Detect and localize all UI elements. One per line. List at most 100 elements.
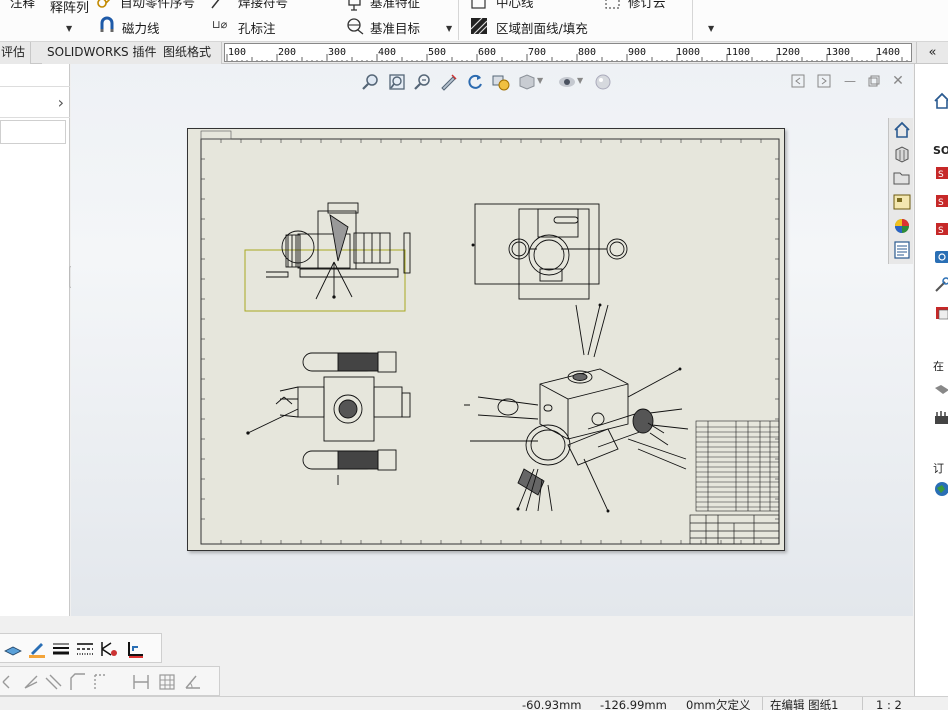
ruler-label: 300 xyxy=(328,47,347,58)
ruler-label: 100 xyxy=(228,47,247,58)
table-icon[interactable] xyxy=(157,672,177,692)
close-icon[interactable]: ✕ xyxy=(891,74,905,88)
appearance-icon[interactable] xyxy=(593,72,613,92)
ordinate-icon[interactable] xyxy=(91,672,111,692)
svg-text:S: S xyxy=(938,170,944,180)
section-heading: 在 xyxy=(933,360,944,373)
ruler-label: 900 xyxy=(628,47,647,58)
line-thickness-icon[interactable] xyxy=(51,639,71,659)
view-palette-icon[interactable] xyxy=(892,192,912,212)
tab-evaluate[interactable]: 评估 xyxy=(0,42,32,64)
custom-properties-icon[interactable] xyxy=(892,240,912,260)
hide-show-icon[interactable] xyxy=(557,72,577,92)
display-style-icon[interactable] xyxy=(517,72,537,92)
hole-callout-button[interactable]: 孔标注 xyxy=(238,18,276,37)
new-document-icon[interactable]: S xyxy=(933,164,948,182)
drawing-content xyxy=(200,130,780,545)
community-icon[interactable] xyxy=(933,408,948,426)
chevron-down-icon[interactable]: ▼ xyxy=(446,24,452,33)
z-coordinate: 0mm xyxy=(686,698,716,710)
appearances-icon[interactable] xyxy=(892,216,912,236)
document-icon[interactable] xyxy=(933,304,948,322)
file-explorer-icon[interactable] xyxy=(892,168,912,188)
auto-balloon-button[interactable]: 自动零件序号 xyxy=(120,0,195,11)
bom-table xyxy=(695,420,780,512)
open-document-icon[interactable]: S xyxy=(933,192,948,210)
redraw-icon[interactable] xyxy=(491,72,511,92)
tile-left-icon[interactable] xyxy=(791,74,805,88)
note-array-button[interactable]: 释阵列 xyxy=(50,0,89,16)
magnetic-line-icon[interactable] xyxy=(98,16,116,34)
task-pane: SO S S S 在 订 xyxy=(914,64,948,696)
view-document-icon[interactable]: S xyxy=(933,220,948,238)
angle-icon[interactable] xyxy=(21,672,41,692)
tools-icon[interactable] xyxy=(933,276,948,294)
handshake-icon[interactable] xyxy=(933,380,948,398)
ruler-label: 700 xyxy=(528,47,547,58)
centerline-button[interactable]: 中心线 xyxy=(496,0,534,11)
note-button[interactable]: 注释 xyxy=(10,0,35,11)
sheet-scale[interactable]: 1 : 2 xyxy=(876,698,902,710)
datum-feature-icon[interactable] xyxy=(346,0,364,12)
x-coordinate: -60.93mm xyxy=(522,698,582,710)
auto-balloon-icon[interactable] xyxy=(96,0,114,12)
angle-dim-icon[interactable] xyxy=(183,672,203,692)
chevron-down-icon[interactable]: ▼ xyxy=(66,24,72,33)
chevron-down-icon[interactable]: ▼ xyxy=(708,24,714,33)
ruler-label: 600 xyxy=(478,47,497,58)
hole-callout-icon[interactable]: ⊔⌀ xyxy=(212,18,227,31)
datum-target-icon[interactable] xyxy=(346,17,364,35)
zoom-area-icon[interactable] xyxy=(387,72,407,92)
graphics-area[interactable]: ▼ ▼ — ✕ xyxy=(71,64,913,616)
chevron-down-icon[interactable]: ▼ xyxy=(577,76,583,85)
zoom-to-fit-icon[interactable] xyxy=(361,72,381,92)
ruler: 100 200 300 400 500 600 700 800 900 1000… xyxy=(224,43,912,62)
color-display-mode-icon[interactable] xyxy=(125,639,145,659)
tile-right-icon[interactable] xyxy=(817,74,831,88)
home-icon[interactable] xyxy=(892,120,912,140)
minimize-icon[interactable]: — xyxy=(843,74,857,88)
zoom-in-out-icon[interactable] xyxy=(413,72,433,92)
magnetic-line-button[interactable]: 磁力线 xyxy=(122,18,160,37)
chevron-right-icon[interactable]: › xyxy=(58,93,64,112)
parallel-icon[interactable] xyxy=(43,672,63,692)
line-format-toolbar xyxy=(0,633,162,663)
collapse-ribbon-icon[interactable]: « xyxy=(916,42,948,64)
smart-dimension-icon[interactable] xyxy=(1,672,21,692)
design-library-icon[interactable] xyxy=(892,144,912,164)
rotate-icon[interactable] xyxy=(465,72,485,92)
refresh-icon[interactable] xyxy=(933,248,948,266)
ruler-label: 1100 xyxy=(726,47,751,58)
line-color-icon[interactable] xyxy=(27,639,47,659)
area-hatch-icon[interactable] xyxy=(470,17,488,35)
tab-solidworks-addins[interactable]: SOLIDWORKS 插件 xyxy=(42,42,163,64)
ruler-label: 500 xyxy=(428,47,447,58)
tab-sheet-format[interactable]: 图纸格式 xyxy=(158,42,222,64)
pan-icon[interactable] xyxy=(439,72,459,92)
datum-target-button[interactable]: 基准目标 xyxy=(370,18,420,37)
hide-show-edges-icon[interactable] xyxy=(99,639,119,659)
revision-cloud-button[interactable]: 修订云 xyxy=(628,0,666,11)
feature-tree-header[interactable]: › xyxy=(0,86,70,118)
globe-icon[interactable] xyxy=(933,480,948,498)
divider xyxy=(762,697,763,710)
chevron-down-icon[interactable]: ▼ xyxy=(537,76,543,85)
weld-symbol-button[interactable]: 焊接符号 xyxy=(238,0,288,11)
filter-input[interactable] xyxy=(0,120,66,144)
layer-icon[interactable] xyxy=(3,639,23,659)
restore-icon[interactable] xyxy=(867,74,881,88)
datum-feature-button[interactable]: 基准特征 xyxy=(370,0,420,11)
ruler-label: 1400 xyxy=(876,47,901,58)
centerline-icon[interactable] xyxy=(470,0,488,12)
definition-status: 欠定义 xyxy=(716,698,751,710)
edit-mode-status[interactable]: 在编辑 图纸1 xyxy=(770,698,838,710)
line-style-icon[interactable] xyxy=(75,639,95,659)
revision-cloud-icon[interactable] xyxy=(604,0,622,12)
baseline-dim-icon[interactable] xyxy=(131,672,151,692)
home-icon[interactable] xyxy=(933,92,948,110)
area-hatch-button[interactable]: 区域剖面线/填充 xyxy=(496,18,588,37)
weld-symbol-icon[interactable] xyxy=(210,0,228,12)
chamfer-icon[interactable] xyxy=(67,672,87,692)
drawing-sheet[interactable] xyxy=(187,128,785,551)
ruler-label: 400 xyxy=(378,47,397,58)
